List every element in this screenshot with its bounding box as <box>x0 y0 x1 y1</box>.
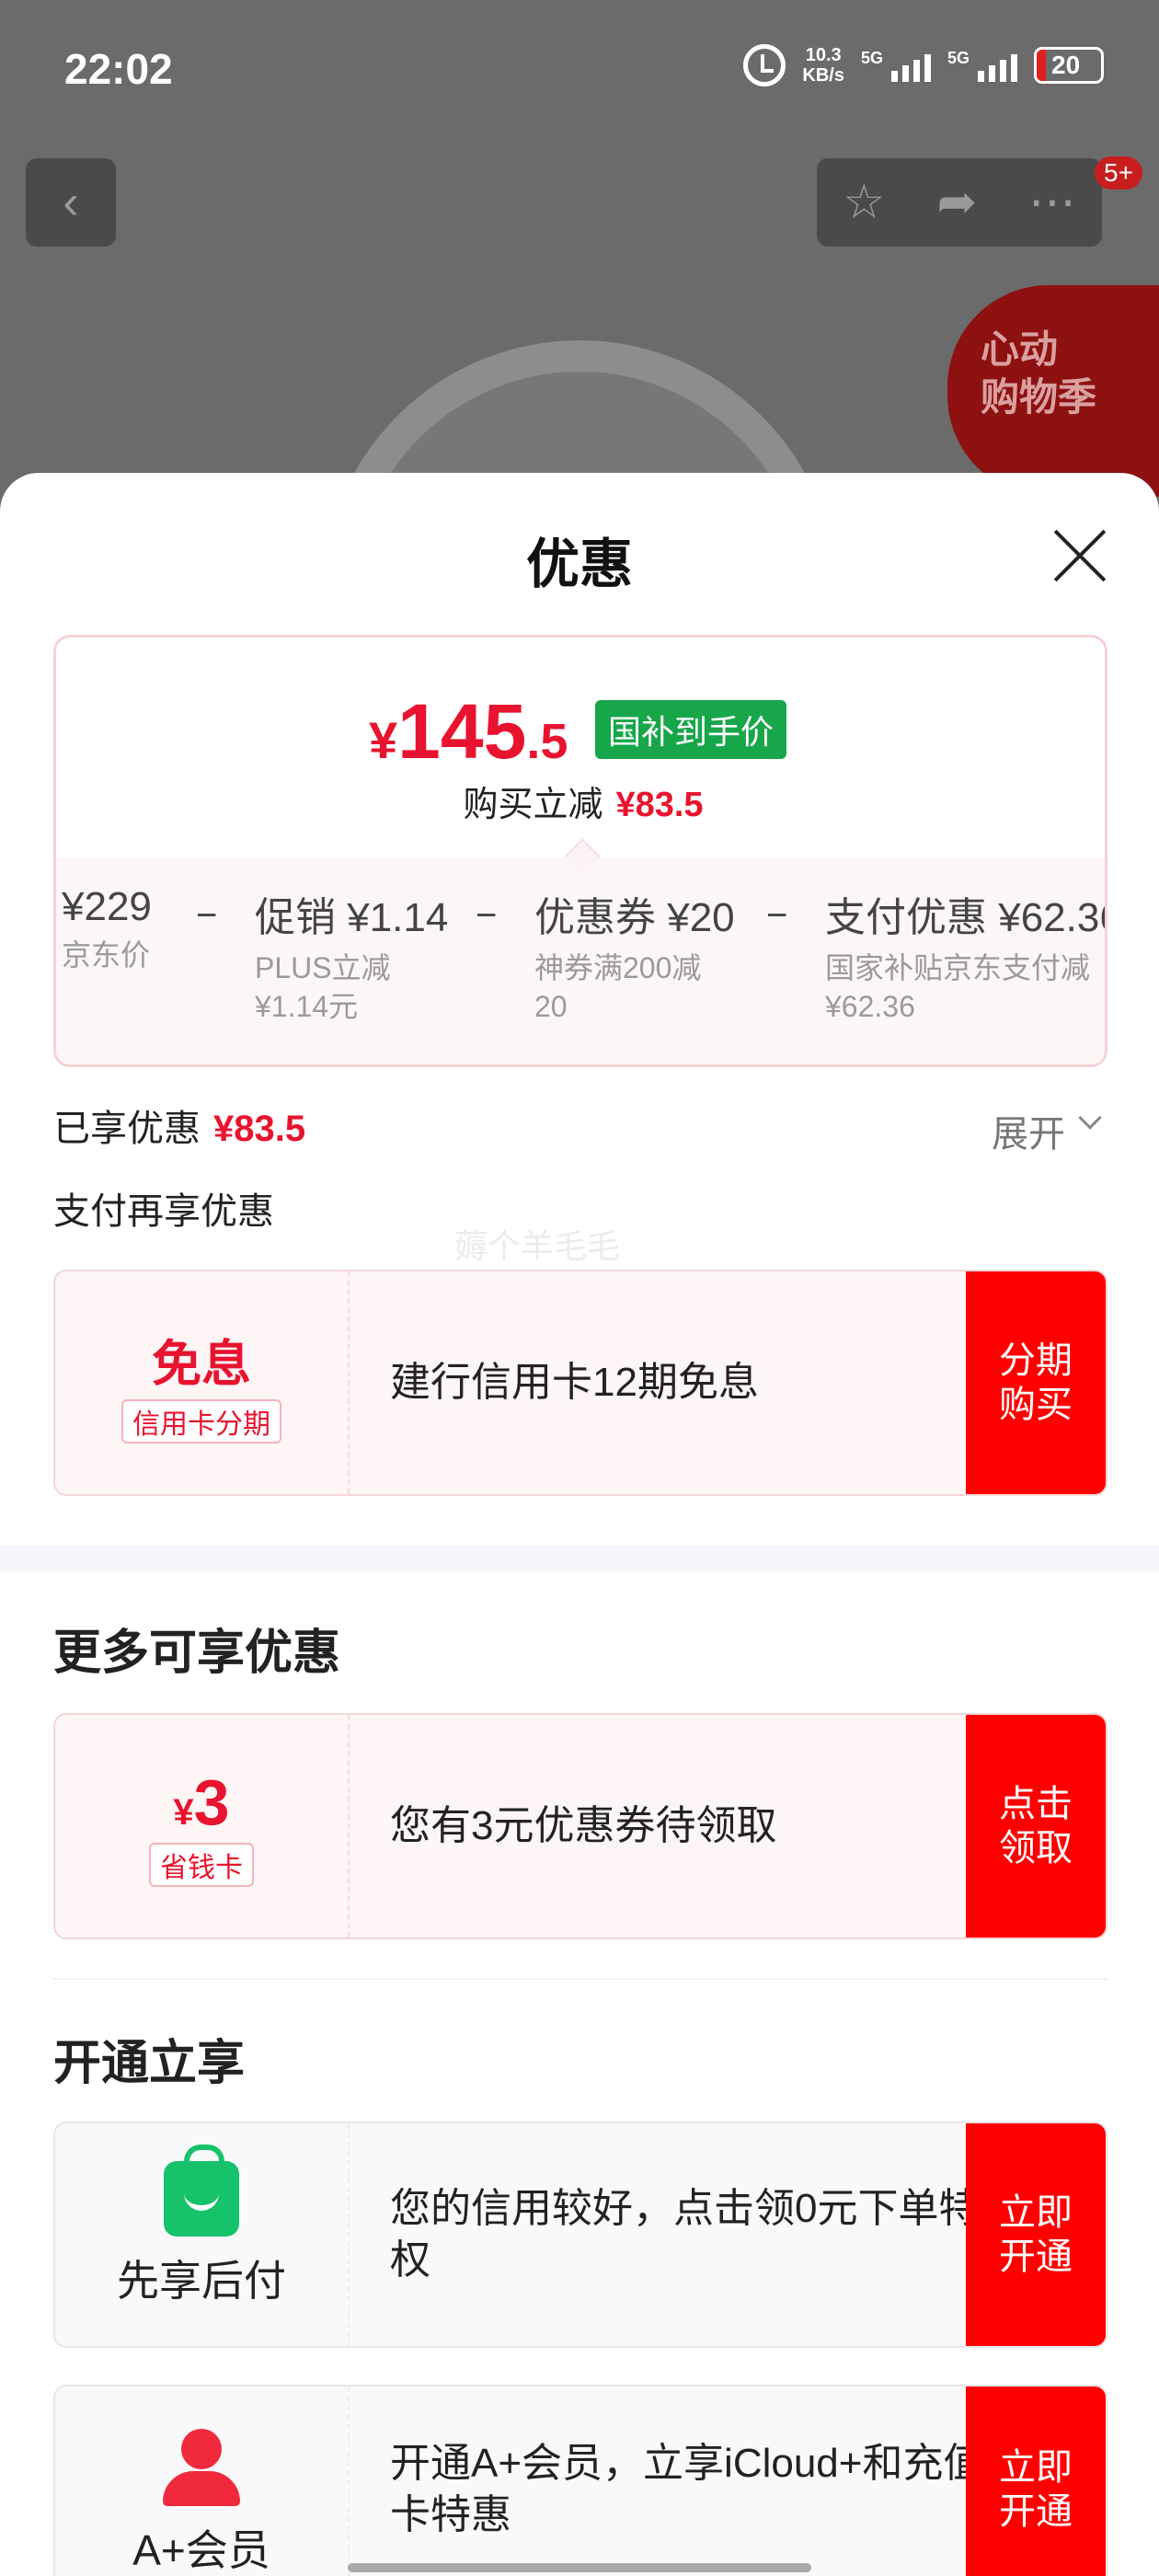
reduce-line: 购买立减 ¥83.5 <box>463 786 704 824</box>
aplus-member-card[interactable]: A+会员 开通A+会员，立享iCloud+和充值卡特惠 立即 开通 <box>53 2385 1107 2576</box>
message-badge: 5+ <box>1095 156 1142 190</box>
back-button[interactable]: ‹ <box>26 158 116 247</box>
more-offers-title: 更多可享优惠 <box>53 1627 341 1680</box>
breakdown-item: 优惠券 ¥20 神券满200减 20 <box>534 895 735 1023</box>
coupon-tag: 省钱卡 <box>149 1843 254 1887</box>
installment-card[interactable]: 免息 信用卡分期 建行信用卡12期免息 分期 购买 <box>53 1270 1107 1496</box>
person-icon <box>163 2429 240 2506</box>
minus-sign: − <box>196 895 218 936</box>
signal-icon: 5G <box>861 49 931 82</box>
home-indicator[interactable] <box>348 2563 811 2572</box>
installment-buy-button[interactable]: 分期 购买 <box>966 1271 1106 1494</box>
coupon-text: 您有3元优惠券待领取 <box>390 1803 777 1848</box>
open-benefits-title: 开通立享 <box>53 2037 246 2090</box>
close-icon[interactable] <box>1052 528 1107 583</box>
aplus-text: 开通A+会员，立享iCloud+和充值卡特惠 <box>390 2441 984 2537</box>
divider <box>53 1978 1107 1980</box>
signal-icon: 5G <box>947 49 1017 82</box>
subsidy-tag: 国补到手价 <box>595 700 787 759</box>
expand-button[interactable]: 展开 <box>992 1104 1065 1157</box>
watermark: 薅个羊毛毛 <box>454 1227 621 1265</box>
chevron-down-icon[interactable] <box>1078 1106 1102 1130</box>
discount-sheet: 优惠 ¥145.5 国补到手价 购买立减 ¥83.5 ¥229 京东价 − 促销 … <box>0 473 1159 2576</box>
claim-coupon-button[interactable]: 点击 领取 <box>966 1715 1106 1938</box>
alarm-icon <box>743 44 786 86</box>
installment-title: 免息 <box>152 1336 251 1392</box>
installment-tag: 信用卡分期 <box>121 1398 281 1443</box>
enjoyed-discount: 已享优惠 ¥83.5 <box>53 1109 306 1149</box>
promo-line2: 购物季 <box>981 375 1097 419</box>
status-bar: 22:02 10.3 KB/s 5G 5G 20 <box>0 0 1159 138</box>
pay-later-card[interactable]: 先享后付 您的信用较好，点击领0元下单特权 立即 开通 <box>53 2122 1107 2348</box>
pay-more-label: 支付再享优惠 <box>53 1191 274 1232</box>
open-pay-later-button[interactable]: 立即 开通 <box>966 2123 1106 2346</box>
coupon-card[interactable]: ¥3 省钱卡 您有3元优惠券待领取 点击 领取 <box>53 1713 1107 1939</box>
price-breakdown: ¥229 京东价 − 促销 ¥1.14 PLUS立减 ¥1.14元 − 优惠券 … <box>56 858 1107 1064</box>
battery-icon: 20 <box>1034 47 1104 84</box>
sheet-title: 优惠 <box>525 535 633 594</box>
section-divider <box>0 1546 1159 1571</box>
pay-later-label: 先享后付 <box>117 2257 286 2305</box>
coupon-amount: ¥3 <box>173 1766 230 1838</box>
star-icon[interactable]: ☆ <box>843 175 886 230</box>
pay-later-text: 您的信用较好，点击领0元下单特权 <box>390 2186 980 2283</box>
top-actions: ☆ ➦ ⋯ <box>817 158 1102 247</box>
chevron-left-icon: ‹ <box>63 176 79 229</box>
share-icon[interactable]: ➦ <box>937 175 978 230</box>
more-icon[interactable]: ⋯ <box>1028 175 1076 230</box>
aplus-label: A+会员 <box>132 2526 270 2574</box>
final-price: ¥145.5 <box>369 688 568 775</box>
breakdown-item: ¥229 京东价 <box>62 884 152 972</box>
installment-text: 建行信用卡12期免息 <box>390 1360 759 1405</box>
network-speed: 10.3 KB/s <box>802 45 844 86</box>
minus-sign: − <box>476 895 498 936</box>
promo-line1: 心动 <box>981 328 1059 371</box>
promo-banner: 心动 购物季 <box>947 285 1159 497</box>
clock: 22:02 <box>64 45 173 93</box>
breakdown-item: 支付优惠 ¥62.36 国家补贴京东支付减 ¥62.36 <box>825 895 1107 1023</box>
shopping-bag-icon <box>164 2145 239 2237</box>
price-summary: ¥145.5 国补到手价 购买立减 ¥83.5 ¥229 京东价 − 促销 ¥1.… <box>53 635 1107 1067</box>
breakdown-item: 促销 ¥1.14 PLUS立减 ¥1.14元 <box>255 895 449 1023</box>
open-aplus-button[interactable]: 立即 开通 <box>966 2386 1106 2576</box>
minus-sign: − <box>766 895 788 936</box>
